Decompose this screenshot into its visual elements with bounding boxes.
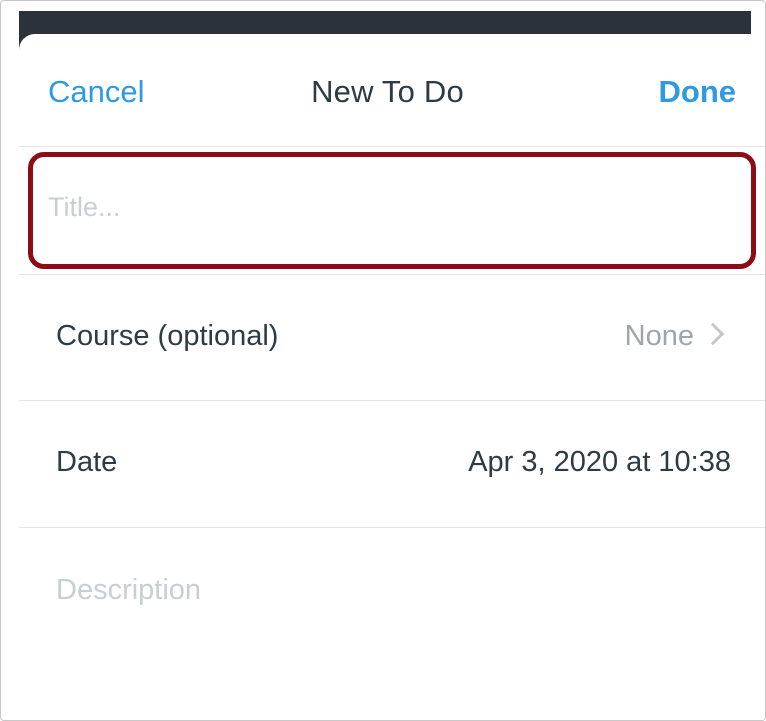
description-input[interactable] [56,574,736,714]
course-value: None [624,320,694,352]
screenshot-frame: Cancel New To Do Done Course (optional) … [0,0,766,721]
title-input[interactable] [48,192,728,223]
course-label: Course (optional) [56,320,279,352]
page-title: New To Do [311,74,464,109]
course-row[interactable]: Course (optional) None [19,275,765,399]
divider [19,527,765,528]
chevron-right-icon [701,322,725,346]
date-value: Apr 3, 2020 at 10:38 [468,446,731,478]
date-row[interactable]: Date Apr 3, 2020 at 10:38 [19,401,765,525]
divider [19,146,765,147]
navigation-bar: Cancel New To Do Done [19,34,765,146]
new-todo-sheet: Cancel New To Do Done Course (optional) … [19,34,765,720]
done-button[interactable]: Done [659,74,737,110]
date-label: Date [56,446,118,478]
title-field-highlight [28,152,756,269]
